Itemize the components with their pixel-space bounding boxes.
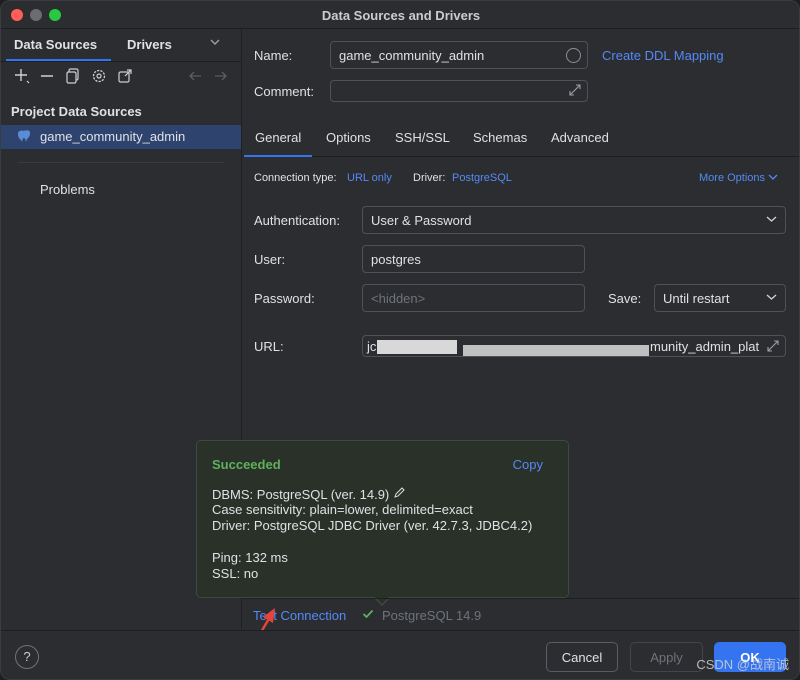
connection-type-label: Connection type: (254, 172, 337, 184)
url-label: URL: (254, 339, 284, 354)
gear-icon[interactable] (89, 67, 109, 89)
status-succeeded: Succeeded (212, 457, 281, 472)
test-connection-bar: Test Connection PostgreSQL 14.9 (242, 598, 799, 630)
save-value: Until restart (663, 290, 730, 306)
pencil-icon[interactable] (393, 487, 406, 502)
chevron-down-icon[interactable] (209, 36, 221, 51)
divider (1, 61, 242, 62)
password-placeholder: <hidden> (371, 290, 426, 306)
tab-schemas[interactable]: Schemas (473, 130, 527, 145)
authentication-select[interactable]: User & Password (362, 206, 786, 234)
save-label: Save: (608, 291, 642, 306)
name-field[interactable]: game_community_admin (330, 41, 588, 69)
expand-icon[interactable] (767, 340, 779, 355)
chevron-down-icon (766, 292, 777, 304)
ping-line: Ping: 132 ms (212, 550, 288, 565)
color-circle-icon[interactable] (566, 48, 581, 63)
url-prefix: jc (367, 339, 377, 354)
case-sensitivity-line: Case sensitivity: plain=lower, delimited… (212, 502, 473, 517)
dbms-line: DBMS: PostgreSQL (ver. 14.9) (212, 486, 406, 502)
more-options-link[interactable]: More Options (699, 172, 778, 184)
add-icon[interactable] (12, 67, 32, 89)
driver-line: Driver: PostgreSQL JDBC Driver (ver. 42.… (212, 518, 533, 533)
user-label: User: (254, 252, 286, 267)
forward-arrow-icon[interactable] (211, 67, 231, 89)
dbms-text: DBMS: PostgreSQL (ver. 14.9) (212, 487, 390, 502)
tab-advanced[interactable]: Advanced (551, 130, 609, 145)
settings-tabs: General Options SSH/SSL Schemas Advanced (242, 121, 799, 157)
user-value: postgres (371, 251, 421, 267)
dialog-window: Data Sources and Drivers Data Sources Dr… (0, 0, 800, 680)
ssl-line: SSL: no (212, 566, 259, 581)
name-label: Name: (254, 48, 293, 63)
checkmark-icon (362, 607, 374, 623)
name-value: game_community_admin (339, 47, 485, 63)
user-field[interactable]: postgres (362, 245, 585, 273)
tab-data-sources[interactable]: Data Sources (14, 37, 97, 52)
password-label: Password: (254, 291, 315, 306)
left-toolbar (1, 67, 242, 91)
apply-button[interactable]: Apply (630, 642, 703, 672)
divider (18, 162, 224, 163)
back-arrow-icon[interactable] (185, 67, 205, 89)
chevron-down-icon (766, 214, 777, 226)
more-options-label: More Options (699, 172, 766, 184)
tab-options[interactable]: Options (326, 130, 371, 145)
cancel-button[interactable]: Cancel (546, 642, 618, 672)
active-tab-indicator (244, 155, 312, 157)
comment-label: Comment: (254, 84, 314, 99)
project-data-sources-heading: Project Data Sources (11, 104, 142, 119)
open-external-icon[interactable] (115, 67, 135, 89)
driver-link[interactable]: PostgreSQL (452, 172, 512, 184)
expand-icon[interactable] (569, 84, 581, 99)
left-tabs: Data Sources Drivers (1, 29, 242, 61)
create-ddl-mapping-link[interactable]: Create DDL Mapping (602, 48, 724, 63)
connection-result-popup: Succeeded Copy DBMS: PostgreSQL (ver. 14… (196, 440, 569, 598)
watermark: CSDN @战南诚 (696, 657, 789, 672)
connection-type-link[interactable]: URL only (347, 172, 392, 184)
title-bar: Data Sources and Drivers (1, 1, 799, 29)
redacted-mask (463, 345, 649, 356)
save-select[interactable]: Until restart (654, 284, 786, 312)
dialog-footer: ? Cancel Apply OK (1, 630, 799, 679)
tab-ssh-ssl[interactable]: SSH/SSL (395, 130, 450, 145)
url-field[interactable]: jc munity_admin_plat (362, 335, 786, 357)
postgresql-elephant-icon (17, 129, 31, 143)
comment-field[interactable] (330, 80, 588, 102)
duplicate-icon[interactable] (63, 67, 83, 89)
driver-label: Driver: (413, 172, 446, 184)
password-field[interactable]: <hidden> (362, 284, 585, 312)
authentication-label: Authentication: (254, 213, 341, 228)
copy-link[interactable]: Copy (513, 457, 543, 472)
url-suffix: munity_admin_plat (650, 339, 760, 354)
problems-item[interactable]: Problems (40, 182, 95, 197)
datasource-label: game_community_admin (40, 129, 186, 144)
help-button[interactable]: ? (15, 645, 39, 669)
authentication-value: User & Password (371, 212, 472, 228)
server-version: PostgreSQL 14.9 (382, 608, 482, 623)
window-title: Data Sources and Drivers (321, 8, 481, 23)
tab-drivers[interactable]: Drivers (127, 37, 172, 52)
redacted-mask (377, 340, 457, 354)
remove-icon[interactable] (37, 67, 57, 89)
chevron-down-icon (768, 172, 778, 184)
datasource-item[interactable]: game_community_admin (1, 125, 241, 149)
tab-general[interactable]: General (255, 130, 301, 145)
